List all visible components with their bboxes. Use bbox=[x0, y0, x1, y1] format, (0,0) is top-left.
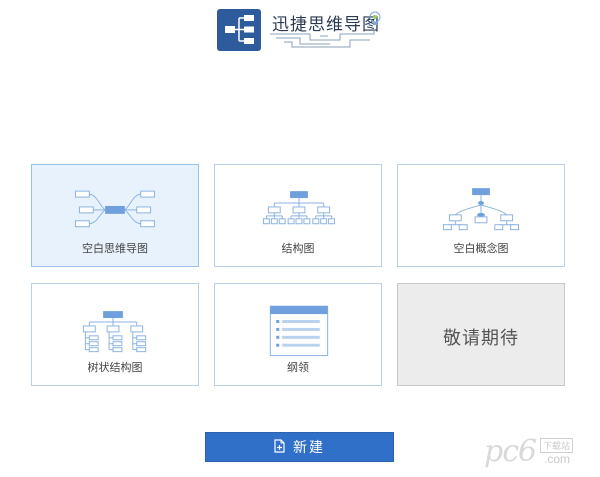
template-label: 结构图 bbox=[281, 243, 315, 255]
lightbulb-icon bbox=[369, 11, 381, 25]
watermark-brand: pc6 bbox=[484, 434, 537, 469]
structure-chart-thumbnail-icon bbox=[262, 191, 336, 225]
template-blank-concept-map[interactable]: 空白概念图 bbox=[397, 164, 565, 267]
template-label: 纲领 bbox=[287, 362, 309, 374]
outline-thumbnail-icon bbox=[269, 305, 329, 357]
mindmap-logo-icon bbox=[225, 15, 254, 44]
template-coming-soon: 敬请期待 bbox=[397, 283, 565, 386]
new-button-label: 新建 bbox=[293, 439, 325, 455]
concept-map-thumbnail-icon bbox=[442, 188, 520, 231]
new-button[interactable]: 新建 bbox=[205, 432, 394, 462]
tree-chart-thumbnail-icon bbox=[82, 311, 147, 353]
template-label: 树状结构图 bbox=[87, 362, 143, 374]
new-document-icon bbox=[274, 438, 285, 456]
template-structure-chart[interactable]: 结构图 bbox=[214, 164, 382, 267]
template-tree-chart[interactable]: 树状结构图 bbox=[31, 283, 199, 386]
template-outline[interactable]: 纲领 bbox=[214, 283, 382, 386]
template-label: 空白概念图 bbox=[453, 243, 509, 255]
template-label: 空白思维导图 bbox=[82, 243, 148, 255]
mindmap-thumbnail-icon bbox=[74, 190, 156, 228]
watermark-sub: 下载站 bbox=[540, 438, 574, 453]
template-blank-mindmap[interactable]: 空白思维导图 bbox=[31, 164, 199, 267]
app-logo bbox=[217, 9, 261, 51]
circuit-decoration-icon bbox=[270, 30, 375, 48]
watermark-domain: .com bbox=[544, 452, 571, 466]
coming-soon-text: 敬请期待 bbox=[443, 328, 519, 348]
